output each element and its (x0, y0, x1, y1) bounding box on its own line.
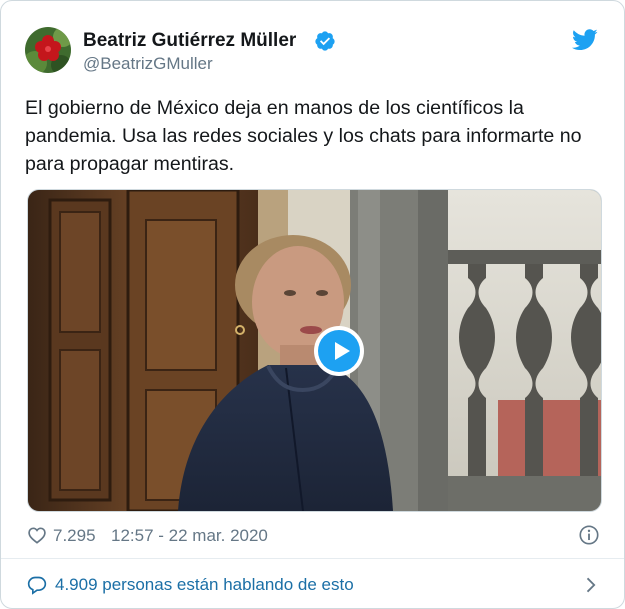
play-button[interactable] (314, 326, 364, 376)
speech-bubble-icon (27, 576, 47, 595)
info-icon[interactable] (578, 524, 600, 546)
avatar[interactable] (25, 27, 71, 73)
author-name[interactable]: Beatriz Gutiérrez Müller (83, 30, 296, 52)
like-count[interactable]: 7.295 (53, 526, 96, 546)
tweet-meta: 7.295 12:57 - 22 mar. 2020 (25, 523, 600, 549)
divider (1, 558, 624, 559)
tweet-timestamp[interactable]: 12:57 - 22 mar. 2020 (111, 526, 268, 546)
twitter-bird-icon[interactable] (572, 29, 598, 51)
conversation-link[interactable]: 4.909 personas están hablando de esto (25, 571, 600, 599)
red-flower-avatar-icon (25, 27, 71, 73)
conversation-text[interactable]: 4.909 personas están hablando de esto (55, 575, 354, 595)
heart-icon[interactable] (27, 525, 47, 545)
chevron-right-icon[interactable] (580, 575, 600, 595)
author-handle[interactable]: @BeatrizGMuller (83, 54, 213, 74)
tweet-card[interactable]: Beatriz Gutiérrez Müller @BeatrizGMuller… (0, 0, 625, 609)
verified-badge-icon (315, 31, 335, 51)
play-icon (318, 330, 360, 372)
tweet-header: Beatriz Gutiérrez Müller @BeatrizGMuller (25, 23, 600, 75)
tweet-text: El gobierno de México deja en manos de l… (25, 97, 582, 175)
tweet-video[interactable] (27, 189, 602, 512)
